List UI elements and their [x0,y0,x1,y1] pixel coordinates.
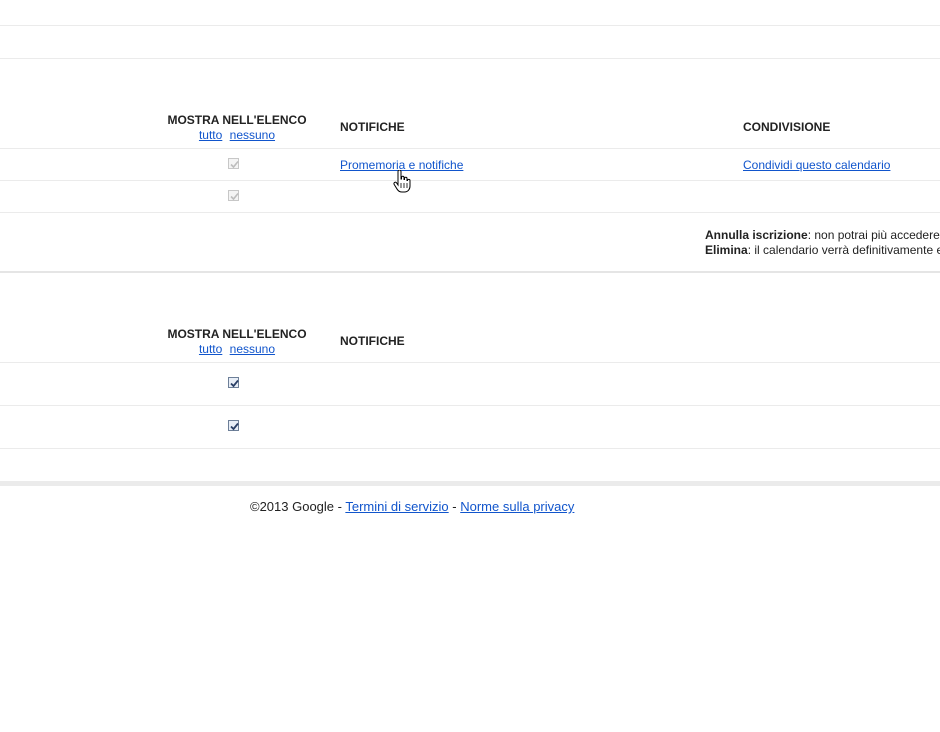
top-divider [0,25,940,26]
notifications-column-header: NOTIFICHE [340,120,405,134]
row-divider [0,148,940,149]
row-divider [0,448,940,449]
select-all-link[interactable]: tutto [199,342,222,356]
hand-pointer-icon [393,170,411,193]
select-links: tutto nessuno [167,342,307,357]
row-divider [0,180,940,181]
terms-of-service-link[interactable]: Termini di servizio [345,499,448,514]
unsubscribe-note: Annulla iscrizione: non potrai più acced… [705,228,940,243]
row-divider [0,212,940,213]
unsubscribe-label: Annulla iscrizione [705,228,808,242]
select-none-link[interactable]: nessuno [230,128,275,142]
reminders-notifications-link[interactable]: Promemoria e notifiche [340,158,463,172]
unsubscribe-text: : non potrai più accedere [807,228,940,242]
show-in-list-checkbox[interactable] [228,420,239,431]
footer-separator: - [334,499,346,514]
footer-separator: - [448,499,461,514]
share-calendar-link[interactable]: Condividi questo calendario [743,158,890,172]
show-in-list-column-header: MOSTRA NELL'ELENCO tutto nessuno [167,113,307,143]
header-divider [0,58,940,59]
notifications-column-header: NOTIFICHE [340,334,405,348]
show-in-list-column-header: MOSTRA NELL'ELENCO tutto nessuno [167,327,307,357]
delete-label: Elimina [705,243,748,257]
delete-note: Elimina: il calendario verrà definitivam… [705,243,940,258]
show-in-list-title: MOSTRA NELL'ELENCO [167,113,307,127]
select-none-link[interactable]: nessuno [230,342,275,356]
show-in-list-checkbox[interactable] [228,190,239,201]
select-all-link[interactable]: tutto [199,128,222,142]
show-in-list-checkbox[interactable] [228,377,239,388]
sharing-column-header: CONDIVISIONE [743,120,831,134]
show-in-list-title: MOSTRA NELL'ELENCO [167,327,307,341]
row-divider [0,405,940,406]
row-divider [0,362,940,363]
show-in-list-checkbox[interactable] [228,158,239,169]
footer: ©2013 Google - Termini di servizio - Nor… [250,499,574,514]
select-links: tutto nessuno [167,128,307,143]
delete-text: : il calendario verrà definitivamente e [747,243,940,257]
privacy-policy-link[interactable]: Norme sulla privacy [460,499,574,514]
copyright-text: ©2013 Google [250,499,335,514]
footer-divider [0,481,940,486]
section-divider [0,271,940,273]
